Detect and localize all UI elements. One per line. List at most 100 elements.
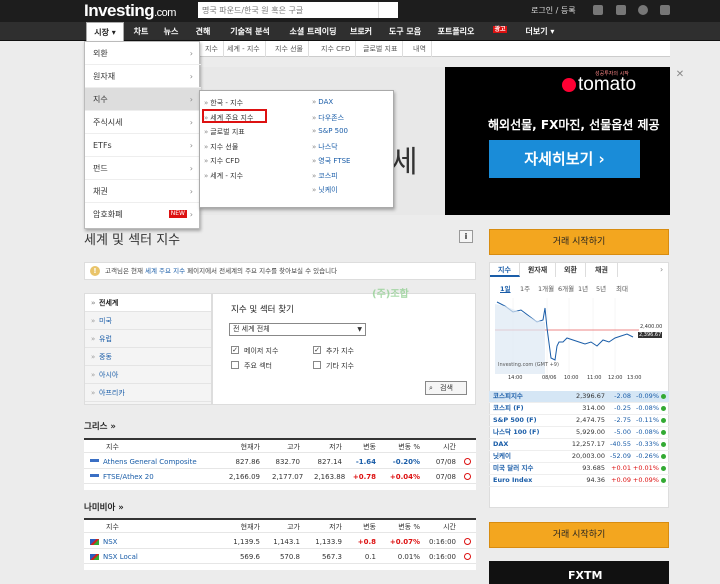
region-asia[interactable]: » 아시아 [85,366,211,384]
tab-commodities[interactable]: 원자재 [520,263,556,277]
region-world[interactable]: » 전세계 [85,294,211,312]
tab-forex[interactable]: 외환 [556,263,586,277]
dd-etfs[interactable]: ETFs › [85,134,201,157]
market-row[interactable]: DAX 12,257.17 -40.55 -0.33% [489,439,669,451]
market-row[interactable]: S&P 500 (F) 2,474.75 -2.75 -0.11% [489,415,669,427]
markets-dropdown: 외환 › 원자재 › 지수 › 주식시세 › ETFs › 펀드 › 채권 › 암호화폐 NEW… [84,41,201,229]
subnav-history[interactable]: 내역 [408,41,432,57]
period-1d[interactable]: 1일 [500,283,511,293]
flyout-right-item[interactable]: » 코스피 [312,171,338,181]
clock-icon [464,458,471,465]
flyout-left-item[interactable]: » 지수 선물 [204,142,238,152]
checkbox-sector[interactable] [231,361,239,369]
nav-social[interactable]: 소셜 트레이딩 [284,22,342,41]
search-input[interactable] [198,2,378,18]
start-trading-button[interactable]: 거래 시작하기 [489,229,669,255]
market-row[interactable]: 미국 달러 지수 93.685 +0.01 +0.01% [489,463,669,475]
nav-brokers[interactable]: 브로커 [348,22,374,41]
flyout-left-item[interactable]: » 글로벌 지표 [204,127,245,137]
table-row[interactable]: Athens General Composite 827.86 832.70 8… [84,455,476,469]
notice-text-1: 고객님은 현재 [105,267,143,275]
nav-tools[interactable]: 도구 모음 [386,22,424,41]
flyout-right-item[interactable]: » DAX [312,98,333,106]
region-middle-east[interactable]: » 중동 [85,348,211,366]
tomato-details-button[interactable]: 자세히보기 › [489,140,640,178]
period-max[interactable]: 최대 [616,283,628,293]
clock-icon [464,473,471,480]
start-trading-button-2[interactable]: 거래 시작하기 [489,522,669,548]
info-icon[interactable]: i [459,230,473,243]
flyout-right-item[interactable]: » 나스닥 [312,142,338,152]
table-row[interactable]: NSX Local 569.6 570.8 567.3 0.1 0.01% 0:… [84,550,476,564]
period-1m[interactable]: 1개월 [538,283,554,293]
flyout-right-item[interactable]: » S&P 500 [312,127,348,135]
market-row[interactable]: 코스피지수 2,396.67 -2.08 -0.09% [489,391,669,403]
dd-commodities[interactable]: 원자재 › [85,65,201,88]
greece-title[interactable]: 그리스 » [84,420,116,432]
period-1w[interactable]: 1주 [520,283,530,293]
new-badge: NEW [168,210,187,218]
dd-crypto[interactable]: 암호화폐 NEW › [85,203,201,226]
region-list: » 전세계 » 미국 » 유럽 » 중동 » 아시아 » 아프리카 [84,293,212,405]
subnav-futures[interactable]: 지수 선물 [270,41,309,57]
tomato-tagline: 해외선물, FX마진, 선물옵션 제공 [488,118,660,132]
region-select[interactable]: 전 세계 전체 ▼ [229,323,366,336]
search-icon[interactable] [378,2,398,18]
tab-bonds[interactable]: 채권 [586,263,618,277]
bell-icon[interactable] [593,5,603,15]
flyout-right-item[interactable]: » 영국 FTSE [312,156,350,166]
main-nav: 시장 ▾ 차트 뉴스 견해 기술적 분석 소셜 트레이딩 브로커 도구 모음 포… [0,22,720,41]
checkbox-additional[interactable]: ✓ [313,346,321,354]
market-row[interactable]: Euro Index 94.36 +0.09 +0.09% [489,475,669,487]
investing-logo[interactable]: Investing.com [84,1,176,21]
chart-source: Investing.com (GMT +9) [498,362,559,368]
table-row[interactable]: NSX 1,139.5 1,143.1 1,133.9 +0.8 +0.07% … [84,535,476,549]
dd-forex[interactable]: 외환 › [85,42,201,65]
dd-indices[interactable]: 지수 › [85,88,201,111]
chevron-right-icon[interactable]: › [660,265,663,274]
nav-more[interactable]: 더보기 ▾ [522,22,558,41]
tab-indices[interactable]: 지수 [490,263,520,277]
flyout-left-item[interactable]: » 세계 - 지수 [204,171,243,181]
briefcase-icon[interactable] [616,5,626,15]
flag-icon[interactable] [660,5,670,15]
namibia-title[interactable]: 나미비아 » [84,501,124,513]
nav-portfolio[interactable]: 포트폴리오 [434,22,478,41]
close-icon[interactable]: ✕ [674,69,686,81]
dd-stocks[interactable]: 주식시세 › [85,111,201,134]
market-row[interactable]: 코스피 (F) 314.00 -0.25 -0.08% [489,403,669,415]
finder-search-button[interactable]: ⌕ 검색 [425,381,467,395]
subnav-cfd[interactable]: 지수 CFD [316,41,357,57]
market-row[interactable]: 닛케이 20,003.00 -52.09 -0.26% [489,451,669,463]
flyout-right-item[interactable]: » 다우존스 [312,113,344,123]
market-row[interactable]: 나스닥 100 (F) 5,929.00 -5.00 -0.08% [489,427,669,439]
notice-link[interactable]: 세계 주요 지수 [145,267,185,275]
flyout-left-item[interactable]: » 한국 - 지수 [204,98,243,108]
table-row[interactable]: FTSE/Athex 20 2,166.09 2,177.07 2,163.88… [84,470,476,484]
clock-icon[interactable] [638,5,648,15]
subnav-world[interactable]: 세계 - 지수 [222,41,266,57]
period-6m[interactable]: 6개월 [558,283,574,293]
nav-charts[interactable]: 차트 [128,22,154,41]
dd-bonds[interactable]: 채권 › [85,180,201,203]
checkbox-other[interactable] [313,361,321,369]
region-europe[interactable]: » 유럽 [85,330,211,348]
nav-news[interactable]: 뉴스 [160,22,182,41]
period-5y[interactable]: 5년 [596,283,606,293]
subnav-global[interactable]: 글로벌 지표 [358,41,404,57]
region-us[interactable]: » 미국 [85,312,211,330]
login-link[interactable]: 로그인 / 등록 [531,5,576,16]
flyout-left-item[interactable]: » 지수 CFD [204,156,240,166]
checkbox-major[interactable]: ✓ [231,346,239,354]
region-africa[interactable]: » 아프리카 [85,384,211,402]
nav-markets[interactable]: 시장 ▾ [86,22,124,41]
nav-opinion[interactable]: 견해 [190,22,216,41]
subnav-indices[interactable]: 지수 [200,41,224,57]
dd-funds[interactable]: 펀드 › [85,157,201,180]
nav-technical[interactable]: 기술적 분석 [226,22,274,41]
flyout-left-item[interactable]: » 세계 주요 지수 [204,113,253,123]
chart-time-label: 08/06 [542,375,557,381]
period-1y[interactable]: 1년 [578,283,588,293]
flyout-right-item[interactable]: » 닛케이 [312,185,338,195]
nav-ads[interactable]: 광고 [488,22,512,41]
